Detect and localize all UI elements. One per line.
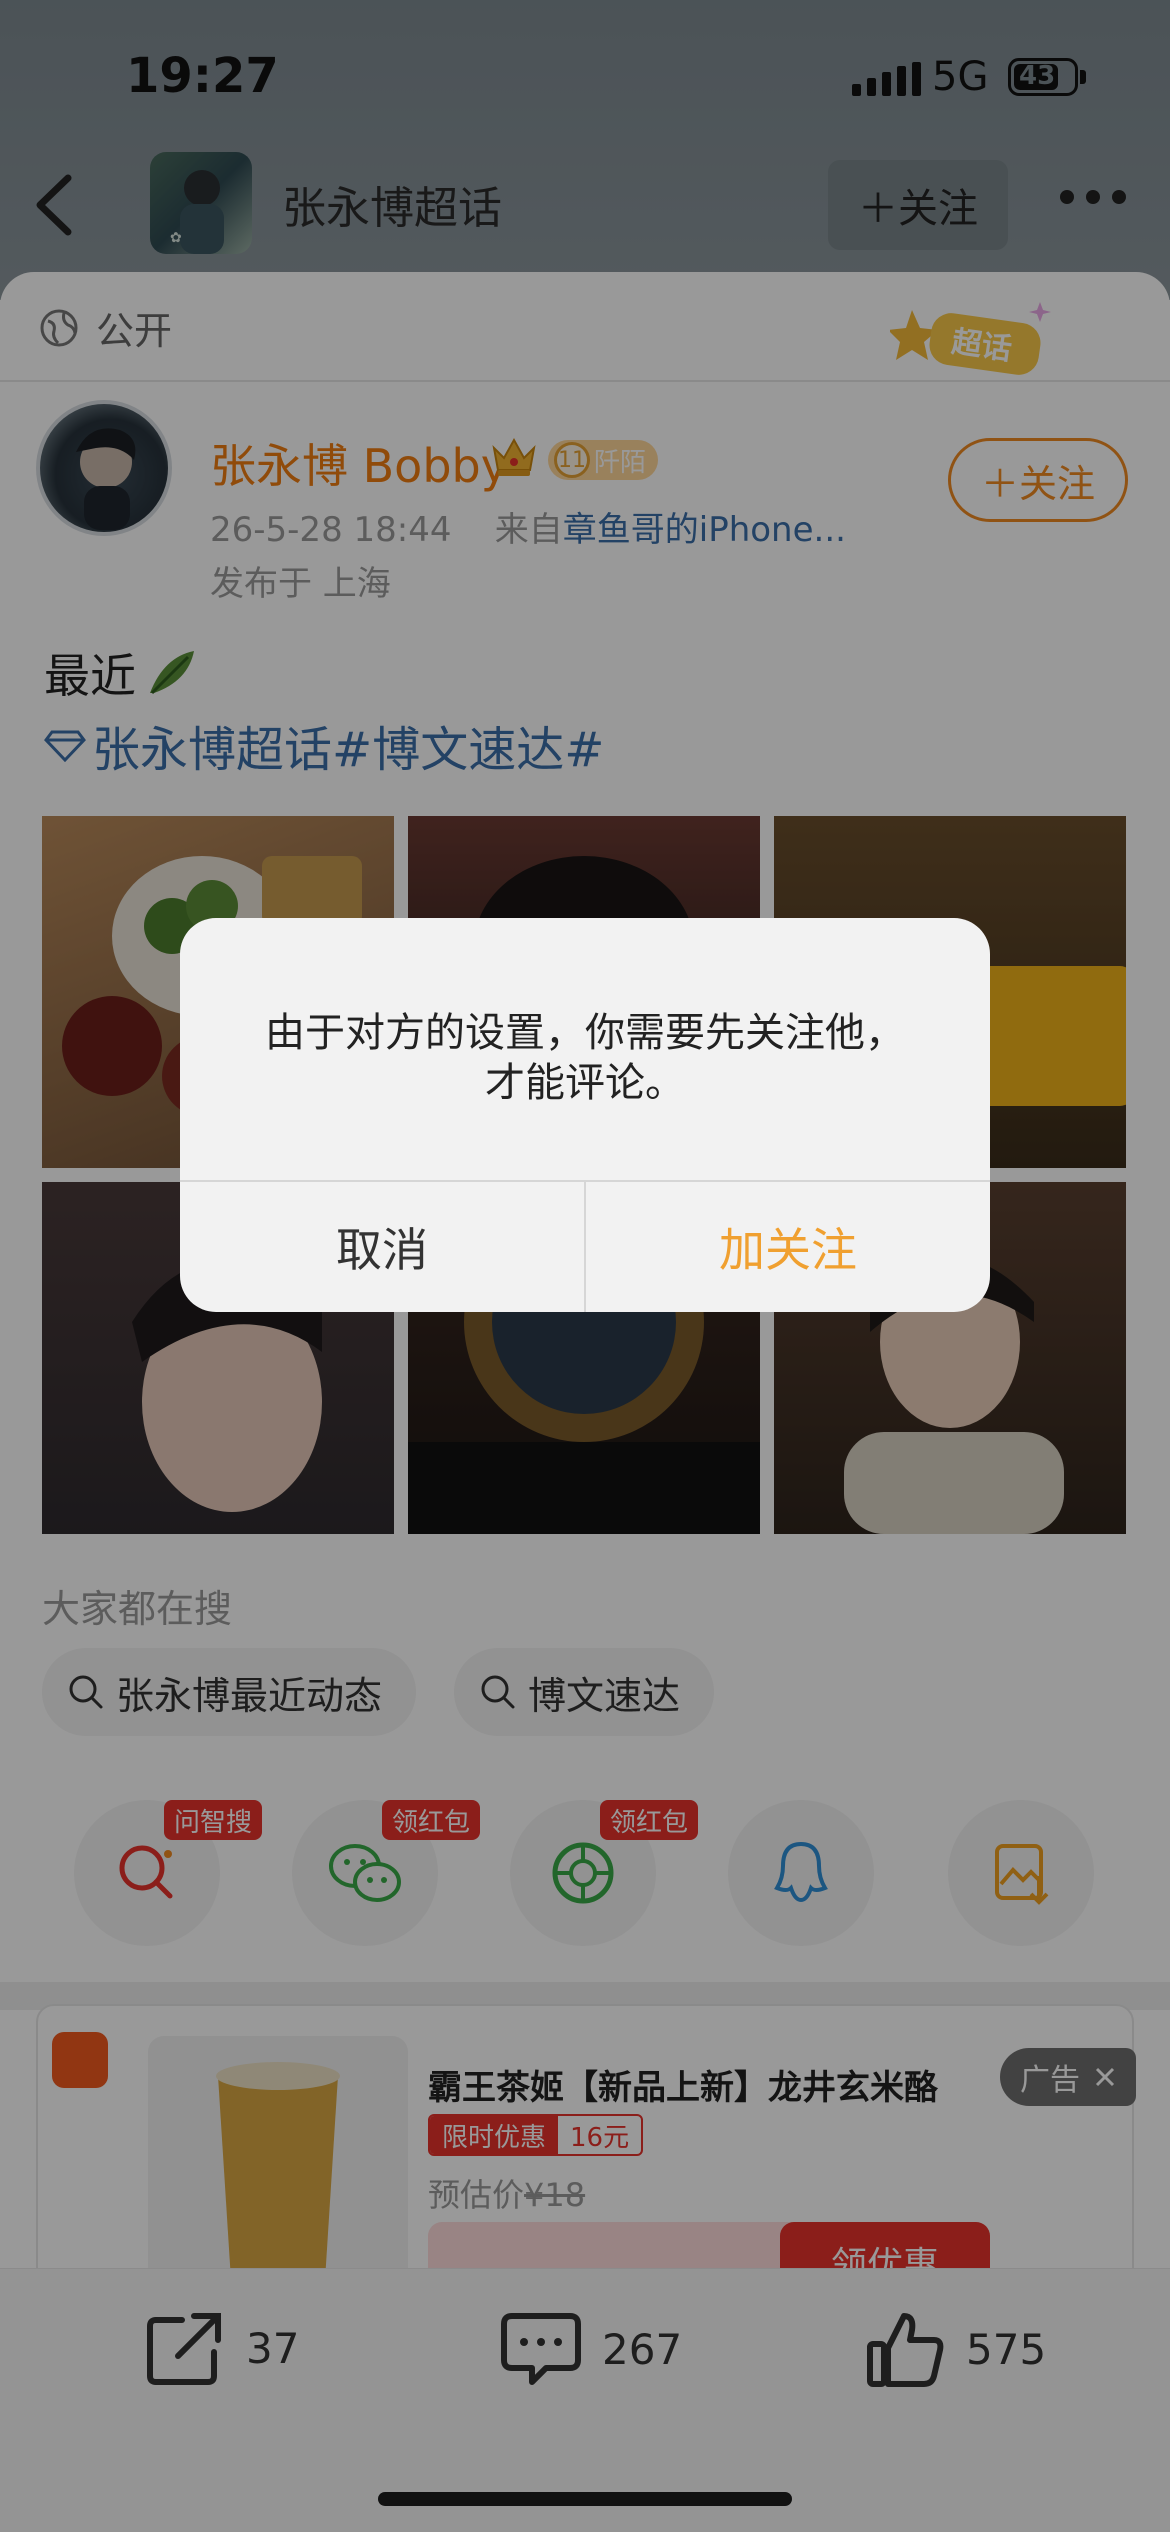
home-indicator — [378, 2492, 792, 2506]
cancel-button[interactable]: 取消 — [180, 1182, 584, 1312]
dialog-message: 由于对方的设置，你需要先关注他， 才能评论。 — [220, 1008, 950, 1108]
dialog-message-line2: 才能评论。 — [485, 1060, 685, 1106]
follow-required-dialog: 由于对方的设置，你需要先关注他， 才能评论。 取消 加关注 — [180, 918, 990, 1312]
dialog-message-line1: 由于对方的设置，你需要先关注他， — [265, 1010, 905, 1056]
add-follow-button[interactable]: 加关注 — [586, 1182, 990, 1312]
